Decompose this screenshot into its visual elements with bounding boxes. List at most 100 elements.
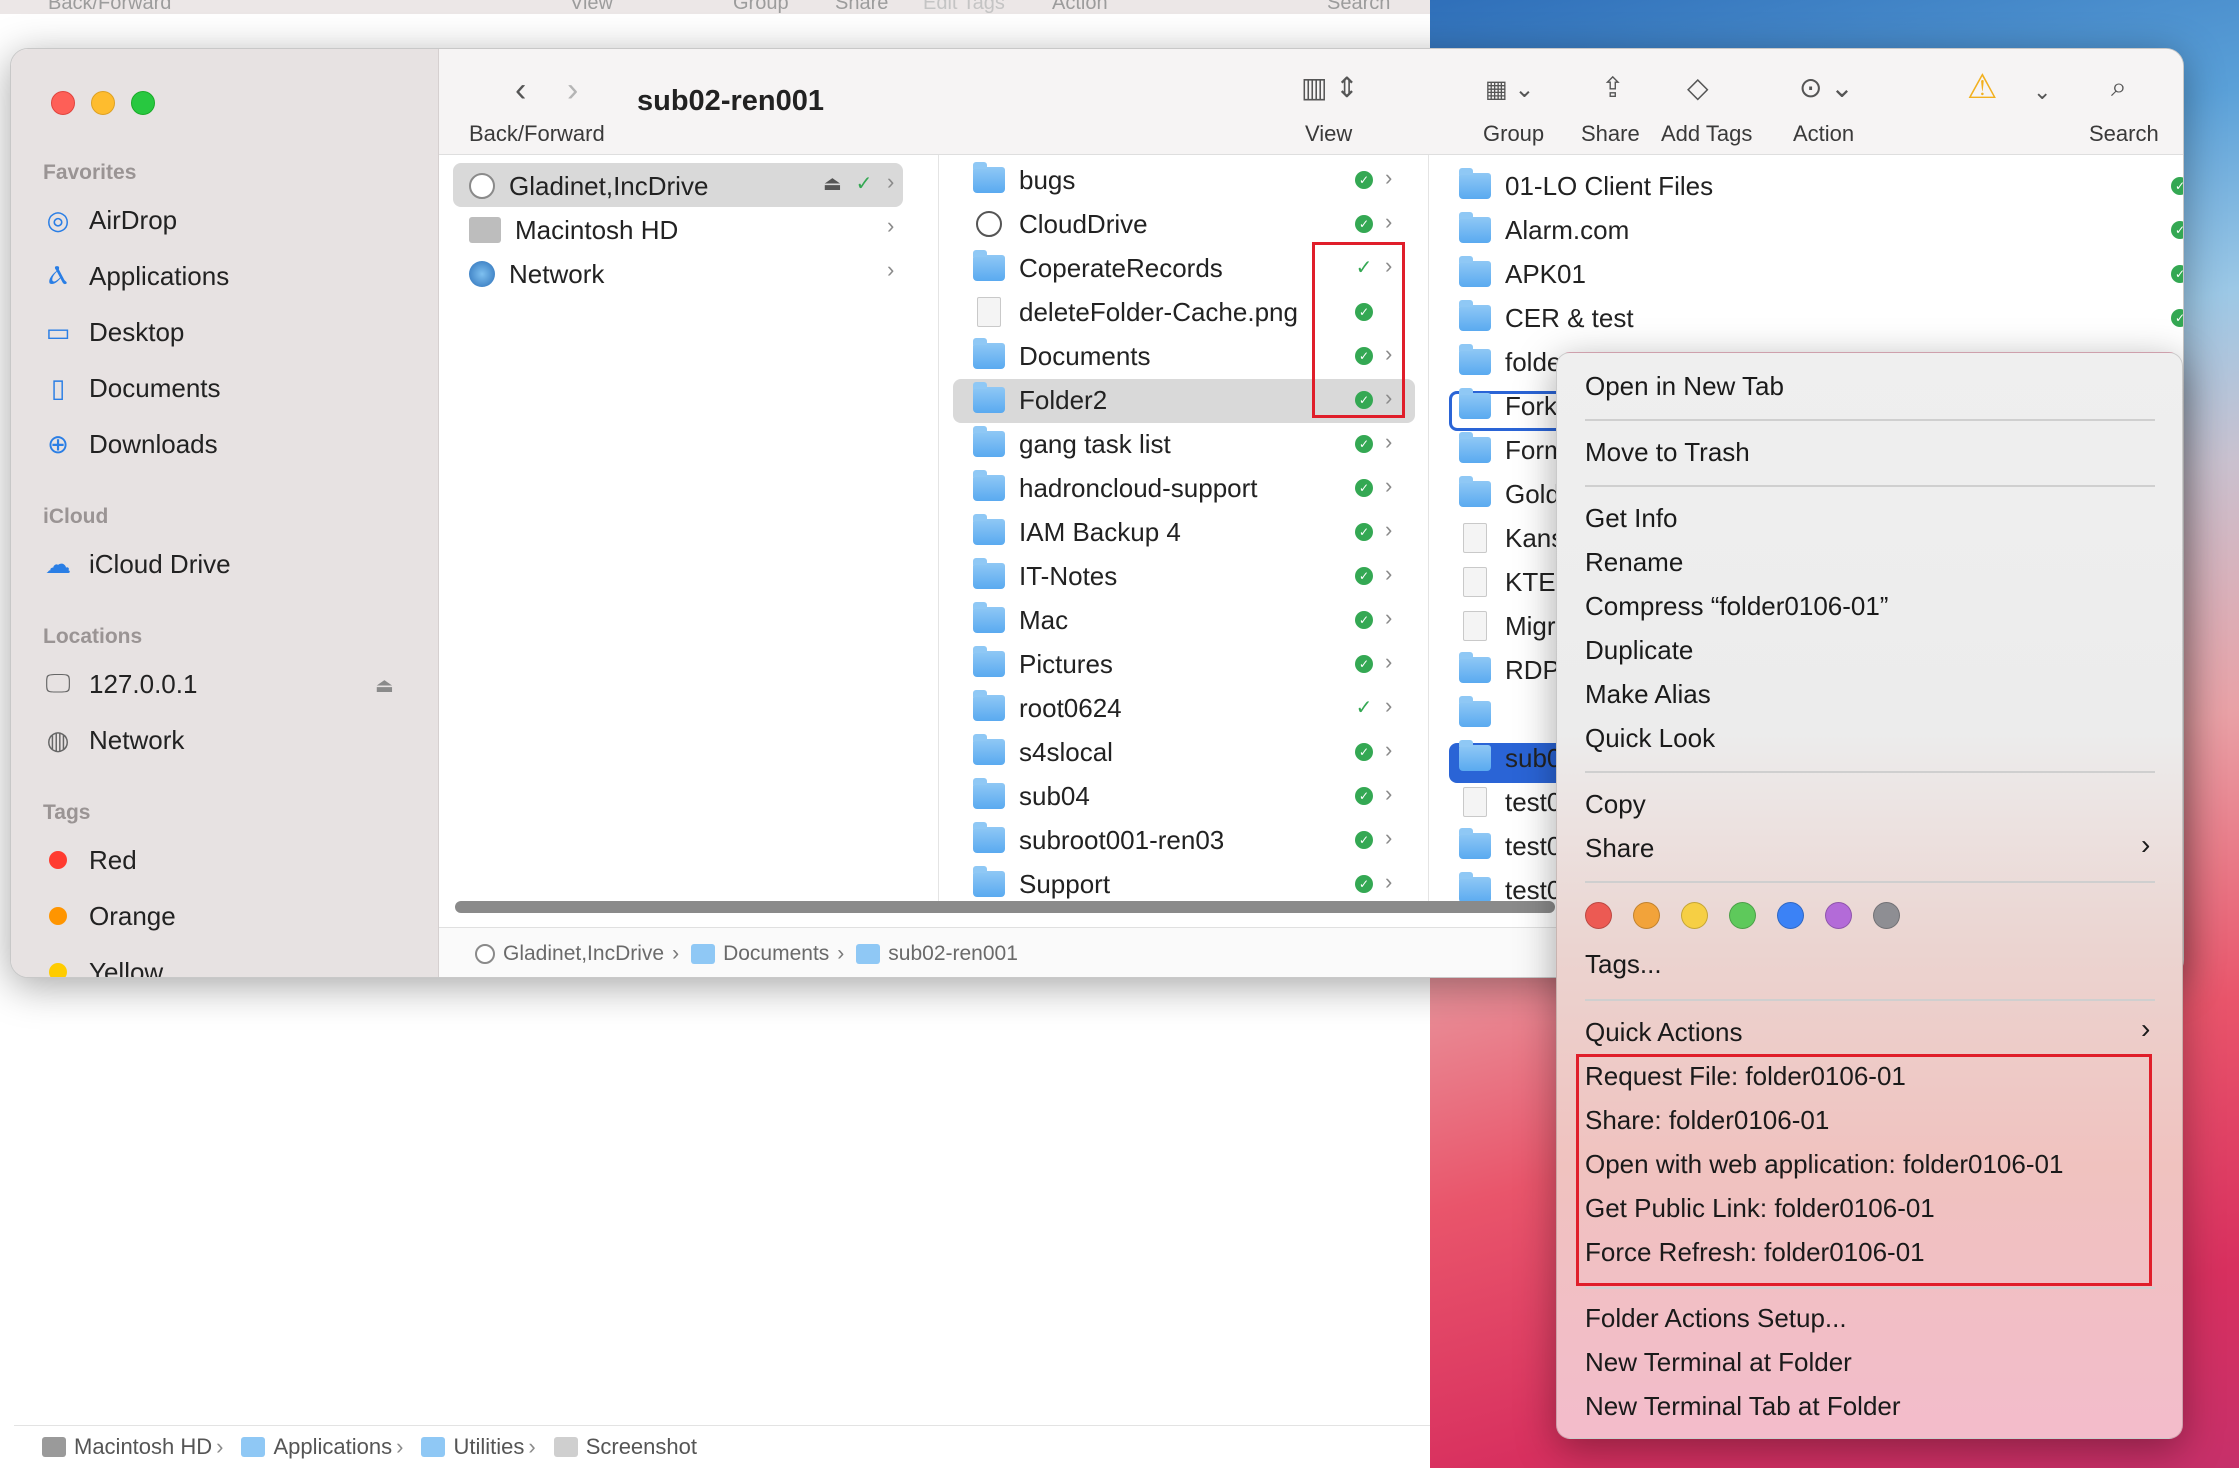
minimize-window-button[interactable] bbox=[91, 91, 115, 115]
list-item[interactable]: Form bbox=[1459, 429, 1566, 471]
close-window-button[interactable] bbox=[51, 91, 75, 115]
bg-path-applications[interactable]: Applications › bbox=[241, 1434, 411, 1460]
submenu-chevron-icon: › bbox=[2141, 1013, 2151, 1044]
list-item[interactable]: CloudDrive bbox=[973, 203, 1148, 245]
menu-share[interactable]: Share bbox=[1585, 833, 1654, 864]
list-item[interactable]: Network bbox=[469, 253, 604, 295]
menu-new-terminal-tab[interactable]: New Terminal Tab at Folder bbox=[1585, 1391, 1901, 1422]
list-item[interactable]: Gladinet,IncDrive bbox=[469, 165, 708, 207]
sidebar-tag-orange[interactable]: Orange bbox=[43, 896, 423, 936]
list-item[interactable]: test0 bbox=[1459, 825, 1561, 867]
sidebar-item-icloud-drive[interactable]: ☁ iCloud Drive bbox=[43, 544, 423, 584]
tag-color-dot[interactable] bbox=[1873, 902, 1900, 929]
tag-color-dot[interactable] bbox=[1633, 902, 1660, 929]
sidebar-item-downloads[interactable]: ⊕ Downloads bbox=[43, 424, 423, 464]
list-item[interactable]: deleteFolder-Cache.png bbox=[973, 291, 1298, 333]
list-item[interactable]: APK01 bbox=[1459, 253, 1586, 295]
list-item[interactable]: sub04 bbox=[973, 775, 1090, 817]
action-ellipsis-icon[interactable]: ⊙ ⌄ bbox=[1799, 71, 1854, 104]
bg-search-label: Search bbox=[1327, 0, 1391, 14]
list-item[interactable]: Support bbox=[973, 863, 1110, 905]
menu-quick-look[interactable]: Quick Look bbox=[1585, 723, 1715, 754]
menu-duplicate[interactable]: Duplicate bbox=[1585, 635, 1693, 666]
folder-icon bbox=[1459, 652, 1491, 683]
list-item[interactable]: root0624 bbox=[973, 687, 1122, 729]
sidebar-tag-yellow[interactable]: Yellow bbox=[43, 952, 423, 977]
list-item[interactable]: IAM Backup 4 bbox=[973, 511, 1181, 553]
menu-separator bbox=[1585, 1287, 2155, 1289]
sidebar-item-desktop[interactable]: ▭ Desktop bbox=[43, 312, 423, 352]
folder-icon bbox=[1459, 212, 1491, 243]
menu-open-new-tab[interactable]: Open in New Tab bbox=[1585, 371, 1784, 402]
list-item[interactable]: Forkli bbox=[1459, 385, 1569, 427]
menu-folder-actions-setup[interactable]: Folder Actions Setup... bbox=[1585, 1303, 1847, 1334]
chevron-down-icon[interactable]: ⌄ bbox=[2033, 79, 2051, 105]
tag-icon[interactable]: ◇ bbox=[1687, 71, 1709, 104]
computer-icon: 🖵 bbox=[45, 668, 71, 698]
menu-new-terminal[interactable]: New Terminal at Folder bbox=[1585, 1347, 1852, 1378]
sidebar-item-applications[interactable]: Ⲁ Applications bbox=[43, 256, 423, 296]
forward-button[interactable]: › bbox=[567, 71, 578, 110]
list-item[interactable]: bugs bbox=[973, 159, 1075, 201]
column-view-icon[interactable]: ▥ ⇕ bbox=[1301, 71, 1359, 104]
list-item[interactable]: Mac bbox=[973, 599, 1068, 641]
tag-color-dot[interactable] bbox=[1777, 902, 1804, 929]
list-item[interactable]: Pictures bbox=[973, 643, 1113, 685]
cloud-drive-icon bbox=[976, 211, 1002, 237]
list-item[interactable]: 01-LO Client Files bbox=[1459, 165, 1713, 207]
list-item[interactable]: IT-Notes bbox=[973, 555, 1117, 597]
list-item[interactable]: Folder2 bbox=[973, 379, 1107, 421]
sync-status-icon: ✓ bbox=[1355, 567, 1373, 585]
list-item[interactable]: Gold' bbox=[1459, 473, 1565, 515]
chevron-right-icon: › bbox=[1385, 825, 1393, 850]
menu-get-info[interactable]: Get Info bbox=[1585, 503, 1678, 534]
menu-make-alias[interactable]: Make Alias bbox=[1585, 679, 1711, 710]
list-item[interactable]: Alarm.com bbox=[1459, 209, 1629, 251]
folder-icon bbox=[973, 602, 1005, 633]
bg-path-screenshot[interactable]: Screenshot bbox=[553, 1434, 697, 1460]
sidebar-item-localhost[interactable]: 🖵 127.0.0.1 bbox=[43, 664, 423, 704]
menu-move-to-trash[interactable]: Move to Trash bbox=[1585, 437, 1750, 468]
sidebar-item-documents[interactable]: ▯ Documents bbox=[43, 368, 423, 408]
share-icon[interactable]: ⇪ bbox=[1601, 71, 1624, 104]
sidebar-item-network[interactable]: ◍ Network bbox=[43, 720, 423, 760]
list-item[interactable]: gang task list bbox=[973, 423, 1171, 465]
tag-color-dot[interactable] bbox=[1825, 902, 1852, 929]
list-item[interactable]: Documents bbox=[973, 335, 1151, 377]
list-item[interactable]: test0 bbox=[1459, 781, 1561, 823]
menu-quick-actions[interactable]: Quick Actions bbox=[1585, 1017, 1743, 1048]
tag-color-dot[interactable] bbox=[1681, 902, 1708, 929]
bg-path-utilities[interactable]: Utilities › bbox=[421, 1434, 543, 1460]
sidebar-item-airdrop[interactable]: ◎ AirDrop bbox=[43, 200, 423, 240]
list-item[interactable]: subroot001-ren03 bbox=[973, 819, 1224, 861]
sidebar-tag-red[interactable]: Red bbox=[43, 840, 423, 880]
path-sub02-ren001[interactable]: sub02-ren001 bbox=[856, 942, 1018, 966]
favorites-header: Favorites bbox=[43, 161, 137, 184]
zoom-window-button[interactable] bbox=[131, 91, 155, 115]
tag-color-dot[interactable] bbox=[1585, 902, 1612, 929]
eject-icon[interactable]: ⏏ bbox=[823, 171, 842, 196]
menu-copy[interactable]: Copy bbox=[1585, 789, 1646, 820]
bg-path-macintosh-hd[interactable]: Macintosh HD › bbox=[42, 1434, 231, 1460]
folder-icon bbox=[1459, 476, 1491, 507]
list-item[interactable]: Macintosh HD bbox=[469, 209, 678, 251]
menu-separator bbox=[1585, 999, 2155, 1001]
menu-tags[interactable]: Tags... bbox=[1585, 949, 1662, 980]
group-icon[interactable]: ▦ ⌄ bbox=[1485, 75, 1534, 104]
sync-status-icon: ✓ bbox=[1355, 655, 1373, 673]
tag-color-dot[interactable] bbox=[1729, 902, 1756, 929]
search-icon[interactable]: ⌕ bbox=[2111, 71, 2127, 104]
path-gladinet-drive[interactable]: Gladinet,IncDrive › bbox=[475, 942, 691, 966]
back-button[interactable]: ‹ bbox=[515, 71, 526, 110]
eject-icon[interactable]: ⏏ bbox=[375, 673, 394, 698]
path-documents[interactable]: Documents › bbox=[691, 942, 856, 966]
list-item[interactable]: CoperateRecords bbox=[973, 247, 1223, 289]
horizontal-scrollbar[interactable] bbox=[455, 901, 1555, 913]
list-item[interactable]: s4slocal bbox=[973, 731, 1113, 773]
list-item[interactable]: Migra bbox=[1459, 605, 1570, 647]
menu-compress[interactable]: Compress “folder0106-01” bbox=[1585, 591, 1888, 622]
list-item[interactable]: CER & test bbox=[1459, 297, 1634, 339]
menu-rename[interactable]: Rename bbox=[1585, 547, 1683, 578]
list-item[interactable]: hadroncloud-support bbox=[973, 467, 1258, 509]
warning-icon[interactable]: ⚠ bbox=[1967, 67, 1997, 107]
